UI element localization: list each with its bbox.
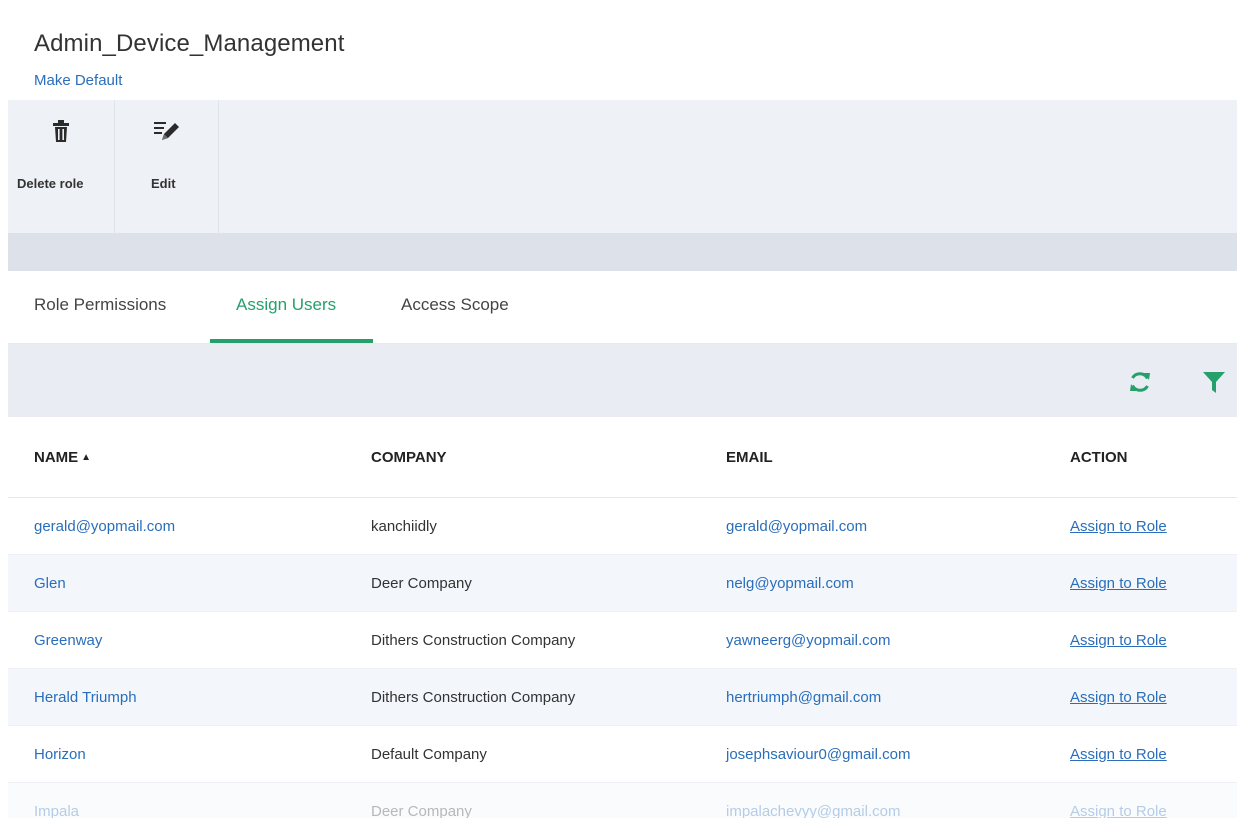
sort-ascending-icon: ▲ xyxy=(81,451,92,463)
action-toolbar: Delete role Edit xyxy=(8,100,1237,233)
make-default-link[interactable]: Make Default xyxy=(34,72,122,89)
user-name-link[interactable]: Glen xyxy=(34,575,66,592)
assign-to-role-link[interactable]: Assign to Role xyxy=(1070,689,1167,706)
company-cell: Deer Company xyxy=(371,554,726,612)
users-table: NAME ▲ COMPANY EMAIL ACTION gerald@yopmai… xyxy=(8,417,1237,818)
table-row: Herald Triumph Dithers Construction Comp… xyxy=(8,668,1237,726)
email-link[interactable]: hertriumph@gmail.com xyxy=(726,689,881,706)
column-header-name[interactable]: NAME ▲ xyxy=(8,417,371,498)
email-link[interactable]: yawneerg@yopmail.com xyxy=(726,632,890,649)
user-name-link[interactable]: Impala xyxy=(34,803,79,818)
table-row: Horizon Default Company josephsaviour0@g… xyxy=(8,725,1237,783)
company-cell: Default Company xyxy=(371,725,726,783)
assign-to-role-link[interactable]: Assign to Role xyxy=(1070,803,1167,818)
user-name-link[interactable]: Horizon xyxy=(34,746,86,763)
column-header-name-label: NAME xyxy=(34,448,79,466)
active-tab-indicator xyxy=(210,339,373,343)
grid-toolbar xyxy=(8,344,1237,417)
trash-icon xyxy=(50,120,72,144)
role-details-page: Admin_Device_Management Make Default Del… xyxy=(8,8,1237,818)
user-name-link[interactable]: Greenway xyxy=(34,632,102,649)
edit-label: Edit xyxy=(151,176,176,191)
title-area: Admin_Device_Management Make Default xyxy=(8,8,1237,100)
user-name-link[interactable]: gerald@yopmail.com xyxy=(34,518,175,535)
filter-icon[interactable] xyxy=(1201,369,1227,395)
edit-pencil-icon xyxy=(154,120,179,144)
assign-to-role-link[interactable]: Assign to Role xyxy=(1070,575,1167,592)
page-title: Admin_Device_Management xyxy=(34,30,345,57)
column-header-action: ACTION xyxy=(1070,417,1237,498)
section-divider xyxy=(8,233,1237,271)
user-name-link[interactable]: Herald Triumph xyxy=(34,689,137,706)
email-link[interactable]: josephsaviour0@gmail.com xyxy=(726,746,910,763)
table-row: Greenway Dithers Construction Company ya… xyxy=(8,611,1237,669)
tab-assign-users[interactable]: Assign Users xyxy=(236,295,336,315)
table-row: gerald@yopmail.com kanchiidly gerald@yop… xyxy=(8,497,1237,555)
company-cell: Dithers Construction Company xyxy=(371,668,726,726)
tab-access-scope[interactable]: Access Scope xyxy=(401,295,509,315)
company-cell: Dithers Construction Company xyxy=(371,611,726,669)
email-link[interactable]: impalachevyy@gmail.com xyxy=(726,803,900,818)
column-header-company[interactable]: COMPANY xyxy=(371,417,726,498)
email-link[interactable]: gerald@yopmail.com xyxy=(726,518,867,535)
column-header-email[interactable]: EMAIL xyxy=(726,417,1070,498)
refresh-icon[interactable] xyxy=(1127,369,1153,395)
company-cell: Deer Company xyxy=(371,782,726,818)
assign-to-role-link[interactable]: Assign to Role xyxy=(1070,746,1167,763)
assign-to-role-link[interactable]: Assign to Role xyxy=(1070,518,1167,535)
assign-to-role-link[interactable]: Assign to Role xyxy=(1070,632,1167,649)
table-row: Impala Deer Company impalachevyy@gmail.c… xyxy=(8,782,1237,818)
table-row: Glen Deer Company nelg@yopmail.com Assig… xyxy=(8,554,1237,612)
company-cell: kanchiidly xyxy=(371,497,726,555)
delete-role-button[interactable]: Delete role xyxy=(8,100,115,233)
tab-bar: Role Permissions Assign Users Access Sco… xyxy=(8,271,1237,344)
edit-button[interactable]: Edit xyxy=(114,100,219,233)
delete-role-label: Delete role xyxy=(17,176,84,191)
table-header-row: NAME ▲ COMPANY EMAIL ACTION xyxy=(8,417,1237,498)
email-link[interactable]: nelg@yopmail.com xyxy=(726,575,854,592)
tab-role-permissions[interactable]: Role Permissions xyxy=(34,295,166,315)
